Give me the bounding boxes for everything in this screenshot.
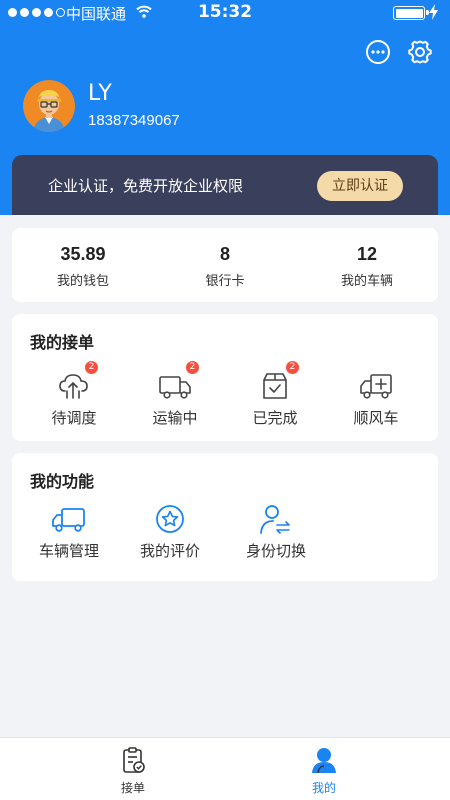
- certify-now-button[interactable]: 立即认证: [317, 171, 403, 201]
- settings-gear-icon[interactable]: [406, 38, 434, 66]
- bottom-tab-bar: 接单 我的: [0, 737, 450, 800]
- stat-vehicles[interactable]: 12 我的车辆: [296, 244, 438, 289]
- message-icon[interactable]: [364, 38, 392, 66]
- pending-badge: 2: [85, 361, 98, 374]
- truck-outline-icon: [52, 508, 85, 532]
- feature-label: 身份切换: [245, 542, 306, 560]
- banner-text: 企业认证，免费开放企业权限: [48, 177, 244, 195]
- bank-cards-value: 8: [219, 244, 230, 264]
- enterprise-certification-banner: 企业认证，免费开放企业权限 立即认证: [12, 155, 438, 215]
- my-features-title: 我的功能: [30, 472, 95, 491]
- order-label: 待调度: [51, 409, 97, 427]
- stat-wallet[interactable]: 35.89 我的钱包: [12, 244, 154, 289]
- order-label: 顺风车: [353, 409, 399, 427]
- wallet-label: 我的钱包: [56, 274, 109, 289]
- box-check-icon: [263, 373, 287, 399]
- tab-label: 我的: [311, 781, 336, 795]
- vehicles-label: 我的车辆: [340, 274, 393, 289]
- vehicles-value: 12: [356, 244, 378, 264]
- bank-cards-label: 银行卡: [205, 274, 245, 289]
- order-in-transit[interactable]: 2 运输中: [125, 361, 225, 428]
- stats-card: 35.89 我的钱包 8 银行卡 12 我的车辆: [12, 228, 438, 302]
- feature-my-reviews[interactable]: 我的评价: [120, 504, 220, 561]
- completed-badge: 2: [286, 361, 299, 374]
- order-carpool[interactable]: 顺风车: [326, 371, 426, 428]
- my-features-card: 我的功能 车辆管理 我的评价 身份切换: [12, 453, 438, 581]
- stat-bank-cards[interactable]: 8 银行卡: [154, 244, 296, 289]
- charging-bolt-icon: [429, 4, 438, 20]
- order-label: 已完成: [252, 409, 298, 427]
- order-completed[interactable]: 2 已完成: [225, 361, 325, 428]
- feature-vehicle-management[interactable]: 车辆管理: [19, 504, 119, 561]
- user-switch-icon: [260, 505, 290, 534]
- tab-mine[interactable]: 我的: [294, 746, 354, 796]
- wallet-value: 35.89: [60, 244, 106, 264]
- status-bar: 中国联通 15:32: [0, 0, 450, 26]
- truck-icon: [159, 376, 191, 399]
- user-icon: [312, 748, 336, 774]
- status-time: 15:32: [197, 2, 253, 22]
- user-phone: 18387349067: [88, 112, 180, 129]
- feature-label: 车辆管理: [38, 542, 99, 560]
- truck-plus-icon: [360, 374, 392, 399]
- star-circle-icon: [156, 505, 184, 533]
- clipboard-check-icon: [123, 747, 145, 773]
- my-orders-title: 我的接单: [30, 333, 95, 352]
- order-label: 运输中: [152, 409, 198, 427]
- feature-label: 我的评价: [139, 542, 200, 560]
- tab-orders[interactable]: 接单: [103, 746, 163, 796]
- in-transit-badge: 2: [186, 361, 199, 374]
- upload-route-icon: [59, 374, 88, 399]
- tab-label: 接单: [120, 781, 145, 795]
- order-pending-dispatch[interactable]: 2 待调度: [24, 361, 124, 428]
- user-name: LY: [88, 81, 113, 106]
- avatar[interactable]: [23, 80, 75, 132]
- battery-icon: [393, 6, 429, 20]
- feature-identity-switch[interactable]: 身份切换: [226, 504, 326, 561]
- my-orders-card: 我的接单 2 待调度 2 运输中 2 已完成 顺风车: [12, 314, 438, 441]
